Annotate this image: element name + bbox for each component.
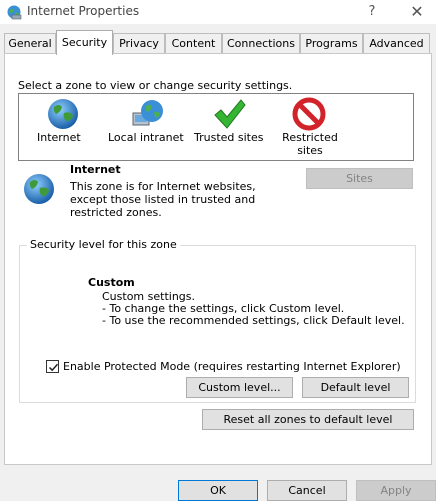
protected-mode-label: Enable Protected Mode (requires restarti… (63, 360, 401, 373)
zone-info-name: Internet (70, 163, 121, 176)
close-button[interactable]: ✕ (405, 1, 429, 23)
tab-connections[interactable]: Connections (222, 33, 300, 54)
tab-programs[interactable]: Programs (300, 33, 363, 54)
zone-local-intranet-label: Local intranet (108, 131, 184, 144)
zone-restricted-sites-label: Restricted sites (282, 131, 338, 157)
protected-mode-checkbox[interactable] (46, 360, 59, 373)
level-desc-line: - To use the recommended settings, click… (102, 314, 405, 327)
zone-trusted-sites[interactable]: Trusted sites (191, 94, 267, 160)
globe-icon (24, 174, 54, 204)
apply-button[interactable]: Apply (356, 480, 436, 501)
sites-button[interactable]: Sites (306, 168, 413, 189)
tab-advanced[interactable]: Advanced (363, 33, 430, 54)
internet-properties-icon (7, 5, 22, 20)
tab-content[interactable]: Content (165, 33, 222, 54)
security-level-legend: Security level for this zone (27, 238, 180, 251)
tab-general[interactable]: General (4, 33, 56, 54)
zone-internet-label: Internet (37, 131, 81, 144)
zone-restricted-sites[interactable]: Restricted sites (271, 94, 347, 160)
checkmark-icon (214, 99, 246, 129)
security-level-name: Custom (88, 276, 135, 289)
reset-all-zones-button[interactable]: Reset all zones to default level (202, 409, 414, 430)
zone-internet[interactable]: Internet (25, 94, 101, 160)
intranet-icon (132, 100, 163, 126)
custom-level-button[interactable]: Custom level... (186, 377, 293, 398)
title-bar: Internet Properties ? ✕ (0, 0, 436, 24)
cancel-button[interactable]: Cancel (267, 480, 347, 501)
restricted-icon (292, 97, 326, 131)
checkmark-icon (48, 363, 59, 372)
zone-local-intranet[interactable]: Local intranet (105, 94, 189, 160)
default-level-button[interactable]: Default level (302, 377, 409, 398)
tab-privacy[interactable]: Privacy (113, 33, 165, 54)
tab-security[interactable]: Security (56, 30, 113, 55)
zone-select-label: Select a zone to view or change security… (18, 79, 293, 92)
zone-trusted-sites-label: Trusted sites (194, 131, 264, 144)
zone-info-description: This zone is for Internet websites, exce… (70, 180, 256, 219)
zone-list: Internet Local intranet Trusted sites Re… (18, 93, 414, 161)
globe-icon (48, 99, 78, 129)
ok-button[interactable]: OK (178, 480, 258, 501)
window-title: Internet Properties (27, 4, 140, 18)
help-button[interactable]: ? (362, 2, 382, 22)
security-level-description: Custom settings. - To change the setting… (102, 291, 405, 327)
